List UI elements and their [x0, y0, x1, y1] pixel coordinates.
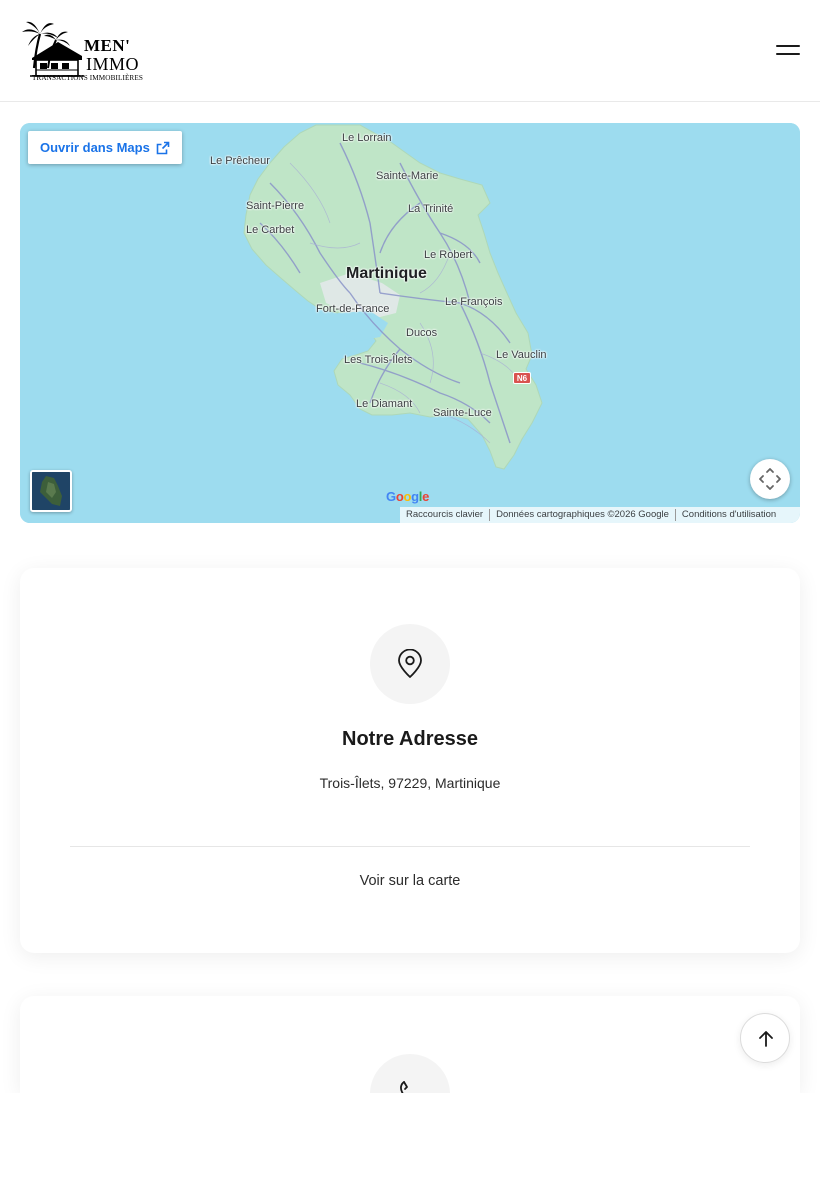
phone-icon-circle	[370, 1054, 450, 1093]
satellite-thumbnail-icon	[32, 472, 70, 510]
page-bottom-blank	[0, 1093, 820, 1180]
external-link-icon	[156, 141, 170, 154]
map-label-le-lorrain: Le Lorrain	[342, 132, 392, 144]
hamburger-line	[776, 53, 800, 55]
fullscreen-button[interactable]	[750, 459, 790, 499]
route-badge-n6: N6	[513, 372, 531, 384]
map-label-le-diamant: Le Diamant	[356, 398, 413, 410]
scroll-to-top-button[interactable]	[740, 1013, 790, 1063]
map-label-sainte-luce: Sainte-Luce	[433, 407, 492, 419]
logo-text-men: MEN'	[84, 36, 131, 55]
map-label-le-francois: Le François	[445, 296, 503, 308]
hamburger-line	[776, 45, 800, 47]
phone-card	[20, 996, 800, 1093]
terms-link[interactable]: Conditions d'utilisation	[674, 509, 782, 521]
hamburger-icon[interactable]	[772, 40, 804, 62]
address-text: Trois-Îlets, 97229, Martinique	[319, 775, 501, 791]
view-on-map-link[interactable]: Voir sur la carte	[20, 873, 800, 889]
map-label-saint-pierre: Saint-Pierre	[246, 200, 305, 212]
logo-tagline: TRANSACTIONS IMMOBILIÈRES	[32, 74, 143, 82]
open-in-maps-label: Ouvrir dans Maps	[40, 140, 150, 155]
arrow-up-icon	[759, 1031, 773, 1047]
map-label-sainte-marie: Sainte-Marie	[376, 170, 439, 182]
address-title: Notre Adresse	[342, 728, 478, 750]
map-pin-icon	[398, 649, 422, 678]
google-logo: Google	[386, 489, 430, 504]
phone-icon	[400, 1081, 408, 1093]
open-in-maps-button[interactable]: Ouvrir dans Maps	[28, 131, 182, 164]
map-label-le-robert: Le Robert	[424, 249, 473, 261]
satellite-layer-toggle[interactable]	[30, 470, 72, 512]
map-label-ducos: Ducos	[406, 327, 438, 339]
fullscreen-icon	[759, 468, 781, 490]
map-label-martinique: Martinique	[346, 265, 427, 282]
map-data-credit: Données cartographiques ©2026 Google	[489, 509, 675, 521]
map-label-le-precheur: Le Prêcheur	[210, 155, 270, 167]
card-divider	[70, 846, 750, 847]
address-card: Notre Adresse Trois-Îlets, 97229, Martin…	[20, 568, 800, 953]
address-icon-circle	[370, 624, 450, 704]
map-label-fort-de-france: Fort-de-France	[316, 303, 390, 315]
logo-text-immo: IMMO	[86, 54, 140, 74]
keyboard-shortcuts-link[interactable]: Raccourcis clavier	[400, 509, 489, 521]
site-header: MEN' IMMO TRANSACTIONS IMMOBILIÈRES	[0, 0, 820, 102]
map-label-les-trois-ilets: Les Trois-Îlets	[344, 354, 413, 366]
map-canvas	[20, 123, 800, 523]
map-embed[interactable]: Ouvrir dans Maps Le Lorrain Le Prêcheur …	[20, 123, 800, 523]
map-label-la-trinite: La Trinité	[408, 203, 454, 215]
map-label-le-vauclin: Le Vauclin	[496, 349, 547, 361]
map-label-le-carbet: Le Carbet	[246, 224, 295, 236]
site-logo[interactable]: MEN' IMMO TRANSACTIONS IMMOBILIÈRES	[20, 18, 150, 86]
map-attribution: Raccourcis clavier Données cartographiqu…	[400, 507, 800, 523]
